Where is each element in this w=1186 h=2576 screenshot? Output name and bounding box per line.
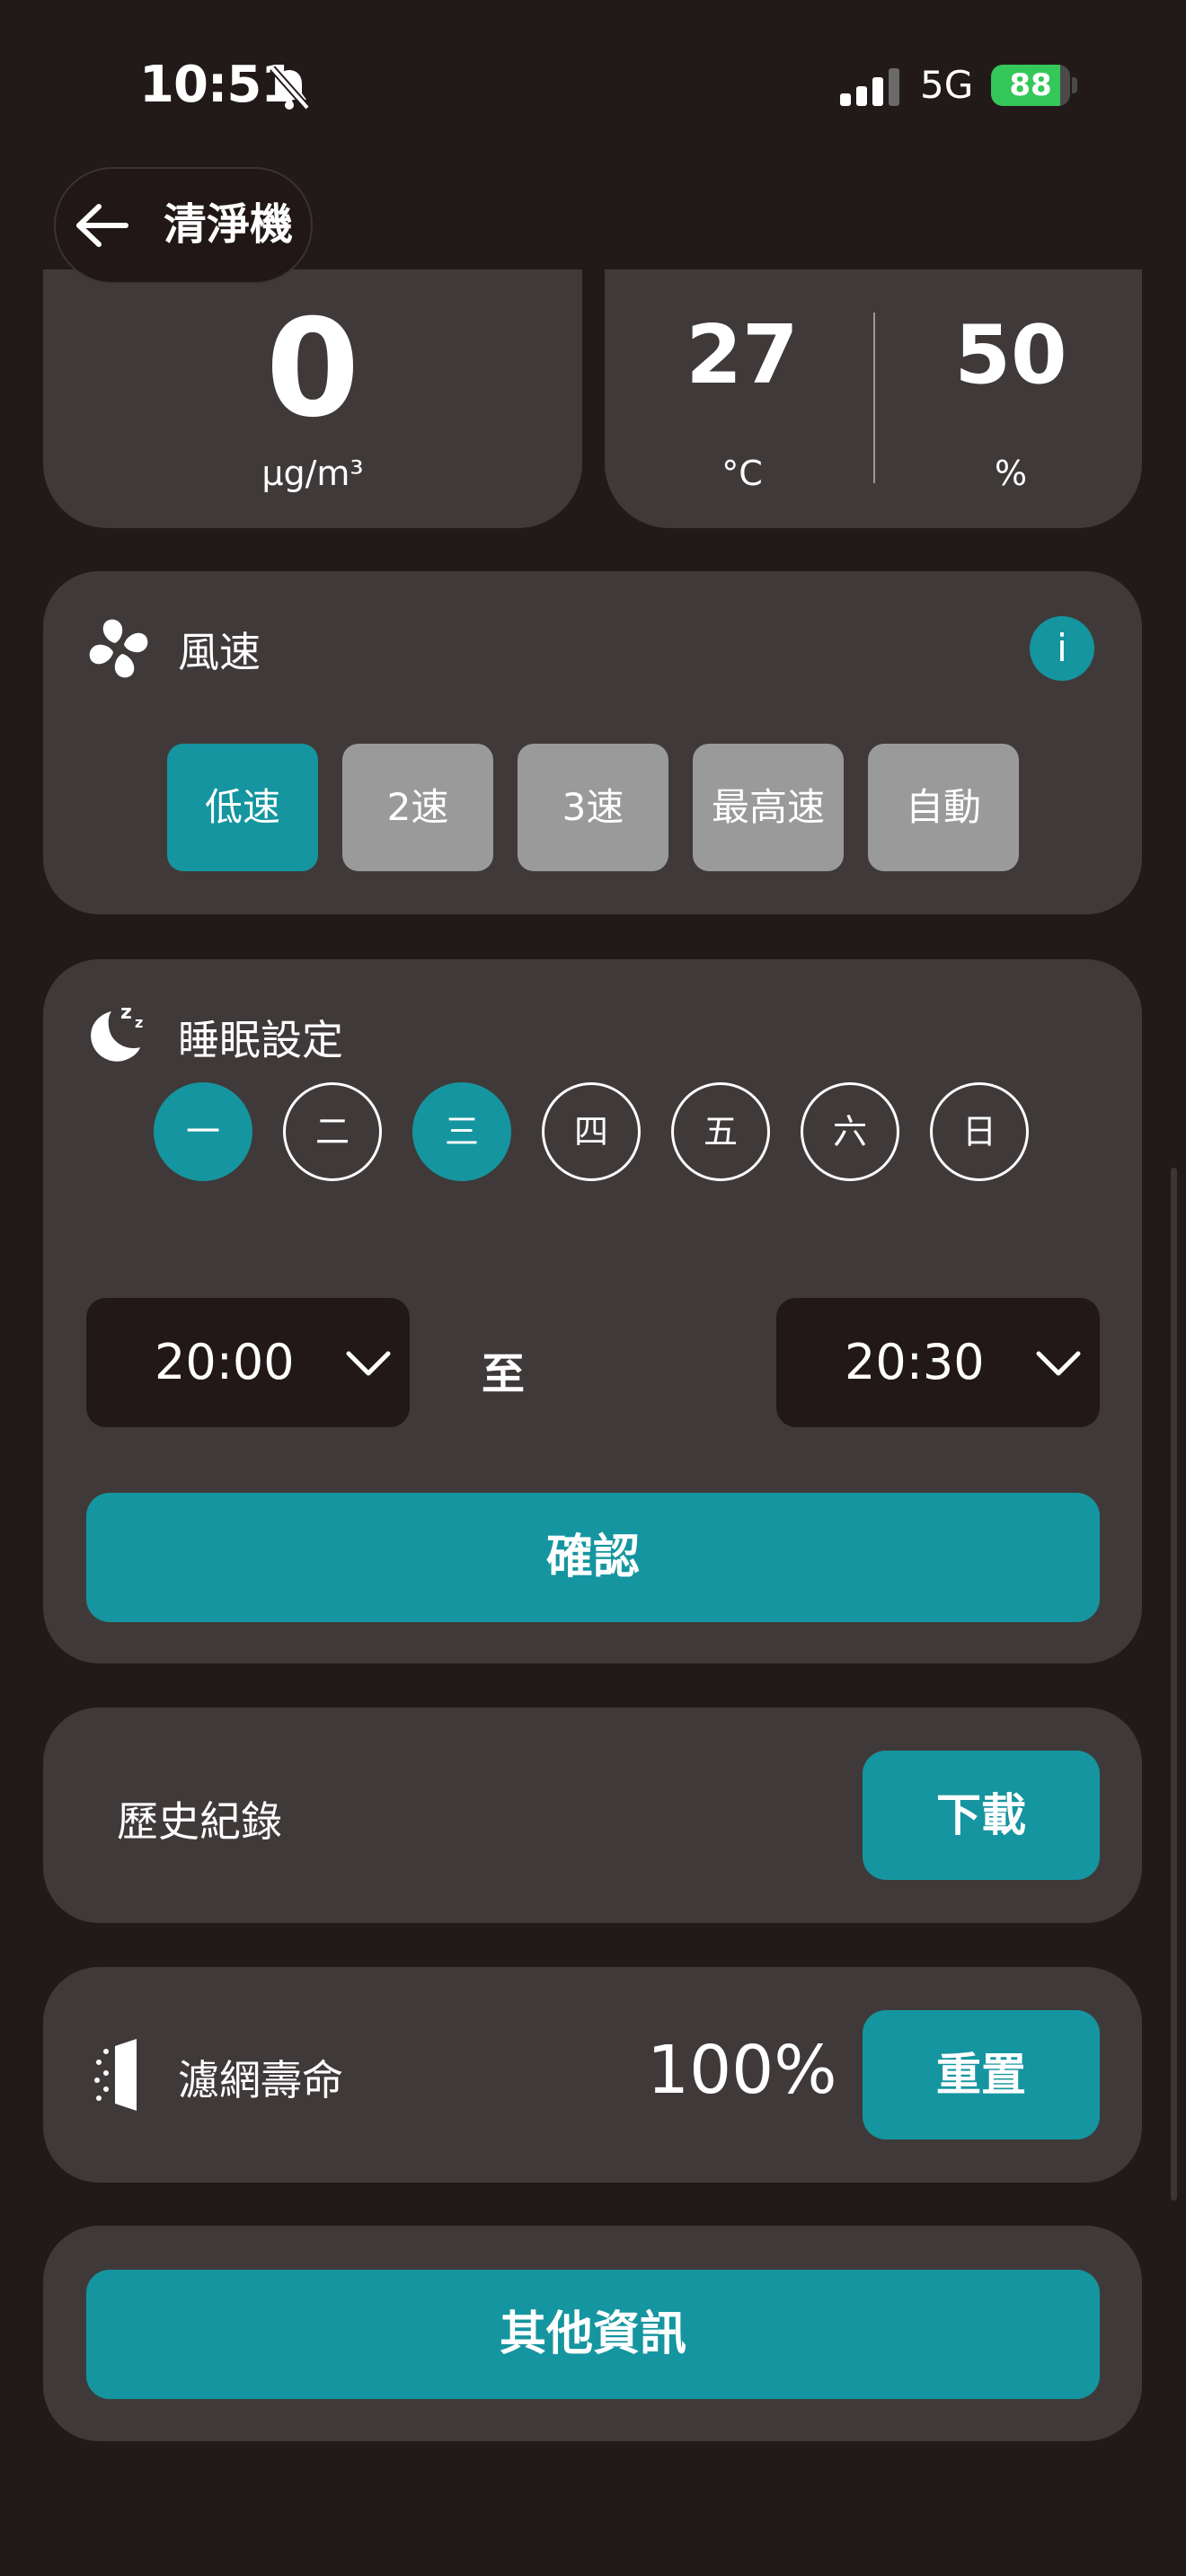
temperature-value: 27 xyxy=(686,308,799,402)
speed-auto-button[interactable]: 自動 xyxy=(868,744,1019,871)
day-mon[interactable]: 一 xyxy=(154,1082,252,1181)
temperature-unit: °C xyxy=(721,454,763,493)
end-time-value: 20:30 xyxy=(845,1334,985,1390)
chevron-down-icon xyxy=(1036,1351,1081,1376)
humidity-unit: % xyxy=(994,454,1028,493)
start-time-select[interactable]: 20:00 xyxy=(86,1298,410,1427)
scrollbar[interactable] xyxy=(1171,1168,1177,2201)
network-type: 5G xyxy=(920,63,974,107)
filter-label: 濾網壽命 xyxy=(178,2056,343,2104)
filter-icon xyxy=(94,2039,137,2111)
day-thu[interactable]: 四 xyxy=(542,1082,641,1181)
speed-low-button[interactable]: 低速 xyxy=(167,744,318,871)
page-title: 清淨機 xyxy=(164,199,294,250)
start-time-value: 20:00 xyxy=(155,1334,295,1390)
chevron-down-icon xyxy=(346,1351,391,1376)
battery-percent: 88 xyxy=(1009,67,1052,103)
climate-card: 27 50 °C % xyxy=(605,269,1142,528)
battery-charging-icon: 88 xyxy=(991,65,1077,106)
arrow-left-icon xyxy=(76,204,128,247)
confirm-button[interactable]: 確認 xyxy=(86,1493,1100,1622)
pm25-value: 0 xyxy=(265,291,360,447)
signal-icon xyxy=(840,68,899,106)
fan-icon xyxy=(89,619,148,678)
reset-button[interactable]: 重置 xyxy=(863,2010,1100,2139)
svg-text:z: z xyxy=(135,1014,143,1031)
back-button[interactable]: 清淨機 xyxy=(54,167,313,284)
speed-max-button[interactable]: 最高速 xyxy=(693,744,844,871)
to-label: 至 xyxy=(482,1349,526,1399)
history-label: 歷史紀錄 xyxy=(117,1797,282,1846)
bell-muted-icon xyxy=(270,66,310,110)
pm25-card: 0 µg/m³ xyxy=(43,269,582,528)
day-fri[interactable]: 五 xyxy=(671,1082,770,1181)
info-button[interactable]: i xyxy=(1030,616,1094,681)
humidity-value: 50 xyxy=(954,308,1067,402)
day-tue[interactable]: 二 xyxy=(283,1082,382,1181)
end-time-select[interactable]: 20:30 xyxy=(776,1298,1100,1427)
speed-2-button[interactable]: 2速 xyxy=(342,744,493,871)
filter-life-value: 100% xyxy=(647,2032,837,2109)
fan-speed-title: 風速 xyxy=(178,628,261,676)
pm25-unit: µg/m³ xyxy=(261,454,364,493)
svg-text:z: z xyxy=(120,1001,132,1024)
day-wed[interactable]: 三 xyxy=(412,1082,511,1181)
speed-3-button[interactable]: 3速 xyxy=(518,744,668,871)
other-info-button[interactable]: 其他資訊 xyxy=(86,2270,1100,2399)
moon-zzz-icon: z z xyxy=(91,1001,143,1062)
day-sat[interactable]: 六 xyxy=(801,1082,899,1181)
day-sun[interactable]: 日 xyxy=(930,1082,1029,1181)
download-button[interactable]: 下載 xyxy=(863,1751,1100,1880)
sleep-title: 睡眠設定 xyxy=(178,1016,343,1064)
